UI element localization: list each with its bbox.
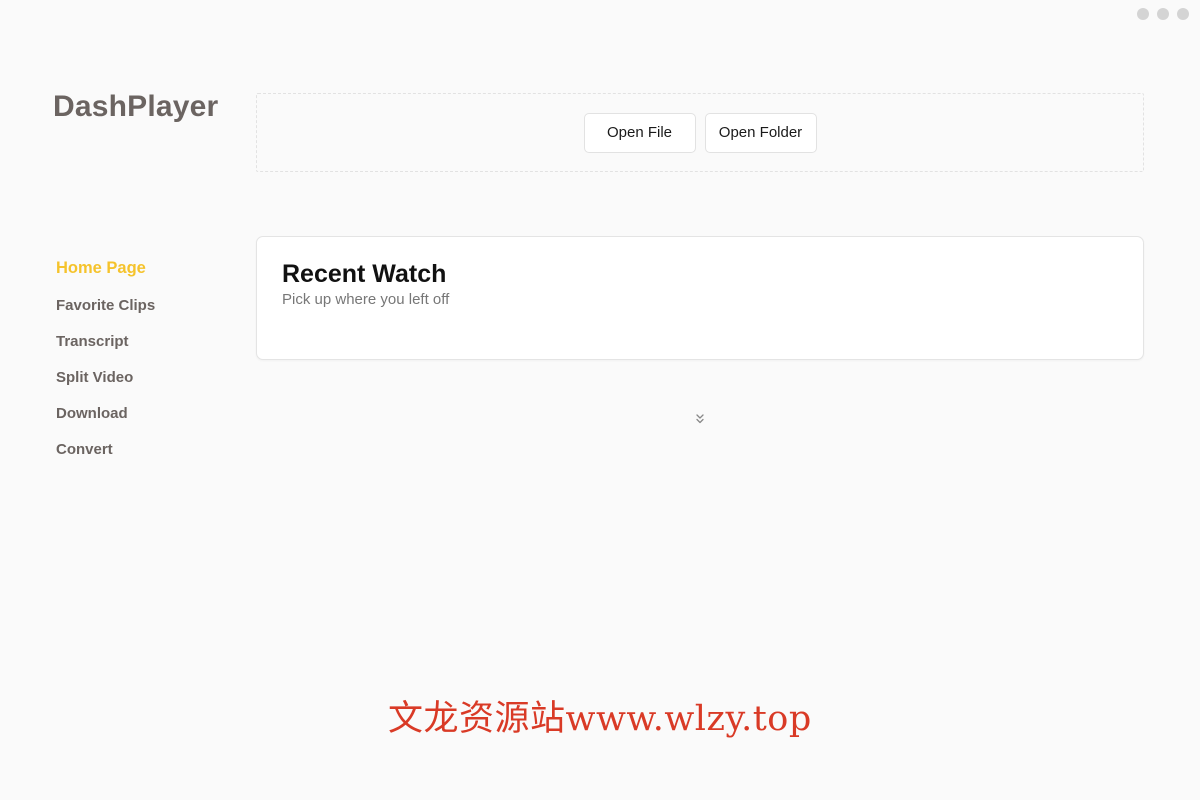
- sidebar-nav: Home Page Favorite Clips Transcript Spli…: [56, 258, 155, 476]
- chevrons-down-icon[interactable]: [692, 411, 708, 427]
- app-logo: DashPlayer: [53, 90, 219, 123]
- app-window: DashPlayer Home Page Favorite Clips Tran…: [0, 0, 1200, 800]
- recent-watch-card: Recent Watch Pick up where you left off: [256, 236, 1144, 360]
- open-file-button[interactable]: Open File: [583, 112, 696, 153]
- watermark-text: 文龙资源站www.wlzy.top: [388, 699, 812, 739]
- recent-watch-subtitle: Pick up where you left off: [282, 291, 450, 308]
- sidebar-item-favorite-clips[interactable]: Favorite Clips: [56, 296, 155, 332]
- open-file-drop-area[interactable]: Open File Open Folder: [256, 93, 1144, 172]
- sidebar-item-convert[interactable]: Convert: [56, 440, 155, 476]
- sidebar-item-home-page[interactable]: Home Page: [56, 258, 155, 296]
- minimize-icon[interactable]: [1137, 8, 1149, 20]
- sidebar-item-download[interactable]: Download: [56, 404, 155, 440]
- sidebar-item-transcript[interactable]: Transcript: [56, 332, 155, 368]
- open-folder-button[interactable]: Open Folder: [704, 112, 817, 153]
- window-controls: [1137, 8, 1189, 20]
- close-icon[interactable]: [1177, 8, 1189, 20]
- maximize-icon[interactable]: [1157, 8, 1169, 20]
- recent-watch-title: Recent Watch: [282, 260, 447, 288]
- sidebar-item-split-video[interactable]: Split Video: [56, 368, 155, 404]
